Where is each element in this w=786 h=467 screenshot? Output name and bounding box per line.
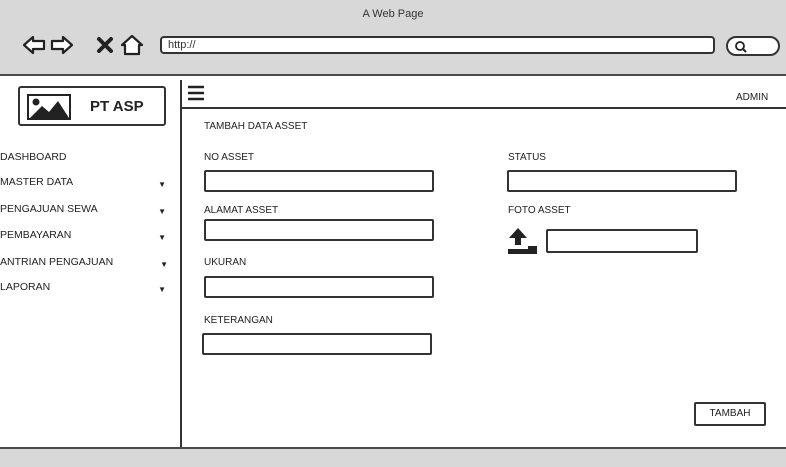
logo[interactable]: PT ASP [18, 86, 166, 126]
window-title: A Web Page [362, 8, 424, 20]
admin-user-label[interactable]: ADMIN [736, 92, 768, 103]
browser-chrome: A Web Page http:// [0, 0, 786, 76]
chevron-down-icon: ▼ [158, 180, 166, 189]
home-icon[interactable] [120, 34, 144, 56]
ukuran-label: UKURAN [204, 257, 247, 268]
sidebar-item-label: MASTER DATA [0, 176, 74, 188]
hamburger-menu-icon[interactable] [186, 84, 206, 102]
sidebar-item-pembayaran[interactable]: PEMBAYARAN ▼ [0, 229, 172, 247]
chevron-down-icon: ▼ [160, 260, 168, 269]
back-arrow-icon[interactable] [22, 34, 46, 56]
chevron-down-icon: ▼ [158, 207, 166, 216]
no-asset-input[interactable] [204, 170, 434, 192]
sidebar-item-label: LAPORAN [0, 281, 51, 293]
foto-asset-input[interactable] [546, 229, 698, 253]
sidebar-item-label: PEMBAYARAN [0, 229, 72, 241]
sidebar-item-master-data[interactable]: MASTER DATA ▼ [0, 176, 172, 194]
ukuran-input[interactable] [204, 276, 434, 298]
sidebar-item-label: ANTRIAN PENGAJUAN [0, 256, 114, 268]
url-text: http:// [168, 39, 196, 51]
status-label: STATUS [508, 152, 546, 163]
sidebar-item-dashboard[interactable]: DASHBOARD [0, 151, 172, 169]
sidebar-item-label: PENGAJUAN SEWA [0, 203, 98, 215]
status-input[interactable] [507, 170, 737, 192]
chevron-down-icon: ▼ [158, 285, 166, 294]
sidebar-item-pengajuan-sewa[interactable]: PENGAJUAN SEWA ▼ [0, 203, 172, 221]
chevron-down-icon: ▼ [158, 233, 166, 242]
keterangan-input[interactable] [202, 333, 432, 355]
close-icon[interactable] [96, 36, 114, 54]
sidebar-item-label: DASHBOARD [0, 151, 67, 163]
alamat-asset-input[interactable] [204, 219, 434, 241]
url-bar[interactable]: http:// [160, 36, 715, 54]
alamat-asset-label: ALAMAT ASSET [204, 205, 279, 216]
tambah-button[interactable]: TAMBAH [694, 402, 766, 426]
footer-bar [0, 447, 786, 467]
search-icon [735, 41, 747, 53]
foto-asset-label: FOTO ASSET [508, 205, 571, 216]
keterangan-label: KETERANGAN [204, 315, 273, 326]
forward-arrow-icon[interactable] [50, 34, 74, 56]
header-divider [182, 107, 786, 109]
sidebar-item-laporan[interactable]: LAPORAN ▼ [0, 281, 172, 299]
sidebar-item-antrian-pengajuan[interactable]: ANTRIAN PENGAJUAN ▼ [0, 256, 172, 274]
upload-icon[interactable] [507, 226, 539, 256]
page-title: TAMBAH DATA ASSET [204, 121, 308, 132]
image-icon [27, 94, 71, 120]
brand-name: PT ASP [90, 98, 144, 115]
no-asset-label: NO ASSET [204, 152, 255, 163]
search-button[interactable] [726, 36, 780, 56]
